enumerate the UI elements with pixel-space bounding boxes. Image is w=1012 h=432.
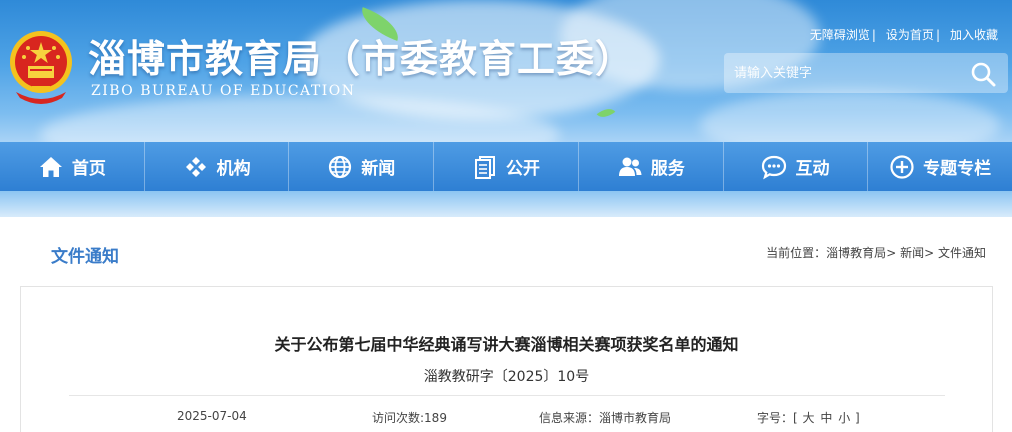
globe-icon — [329, 155, 352, 178]
nav-item-label: 互动 — [795, 159, 830, 179]
nav-item-service[interactable]: 服务 — [579, 142, 724, 191]
breadcrumb-separator: > — [886, 246, 897, 260]
info-source-label: 信息来源： — [539, 411, 600, 425]
divider — [69, 395, 945, 396]
breadcrumb: 当前位置：淄博教育局> 新闻> 文件通知 — [766, 244, 986, 261]
nav-bottom-strip — [0, 191, 1012, 217]
nav-item-organization[interactable]: 机构 — [145, 142, 290, 191]
add-circle-icon — [890, 154, 914, 179]
chat-icon — [762, 155, 787, 179]
font-size-label: 字号： — [757, 411, 794, 425]
top-links: 无障碍浏览 | 设为首页 | 加入收藏 — [810, 26, 998, 43]
document-number: 淄教教研字〔2025〕10号 — [423, 369, 590, 385]
nav-item-label: 公开 — [506, 159, 541, 179]
organization-icon — [185, 156, 206, 177]
set-homepage-link[interactable]: 设为首页 — [886, 28, 934, 42]
article-title: 关于公布第七届中华经典诵写讲大赛淄博相关赛项获奖名单的通知 — [274, 335, 739, 354]
site-subtitle: ZIBO BUREAU OF EDUCATION — [91, 83, 356, 99]
breadcrumb-separator: > — [924, 246, 935, 260]
nav-item-label: 机构 — [216, 159, 251, 179]
info-source-value: 淄博市教育局 — [599, 411, 672, 425]
info-source: 信息来源：淄博市教育局 — [539, 409, 671, 426]
national-emblem-icon — [10, 31, 72, 104]
breadcrumb-item-notices[interactable]: 文件通知 — [938, 246, 986, 260]
publish-date: 2025-07-04 — [177, 409, 247, 423]
documents-icon — [475, 155, 496, 179]
nav-item-news[interactable]: 新闻 — [289, 142, 435, 191]
search-box — [724, 53, 1008, 93]
users-icon — [618, 157, 642, 176]
breadcrumb-item-bureau[interactable]: 淄博教育局 — [826, 246, 886, 260]
section-title: 文件通知 — [51, 247, 119, 267]
breadcrumb-item-news[interactable]: 新闻 — [900, 246, 924, 260]
visit-count: 访问次数:189 — [372, 409, 447, 426]
header-banner: 淄博市教育局（市委教育工委） ZIBO BUREAU OF EDUCATION … — [0, 0, 1012, 142]
breadcrumb-prefix: 当前位置： — [766, 246, 827, 260]
nav-item-home[interactable]: 首页 — [0, 142, 145, 191]
font-size-control: 字号：[ 大 中 小 ] — [757, 411, 860, 425]
search-input[interactable] — [724, 53, 964, 93]
search-icon[interactable] — [970, 61, 996, 87]
leaf-decoration — [596, 104, 616, 122]
main-nav: 首页 机构 新闻 公开 服务 互动 专题专栏 — [0, 142, 1012, 191]
font-size-medium-button[interactable]: 中 — [820, 411, 832, 425]
nav-item-label: 专题专栏 — [923, 159, 992, 179]
visit-count-value: 189 — [424, 411, 447, 425]
site-title: 淄博市教育局（市委教育工委） — [88, 37, 635, 81]
nav-item-label: 首页 — [71, 159, 106, 179]
visit-count-label: 访问次数: — [372, 411, 425, 425]
accessibility-link[interactable]: 无障碍浏览 — [810, 28, 870, 42]
article-panel: 关于公布第七届中华经典诵写讲大赛淄博相关赛项获奖名单的通知 淄教教研字〔2025… — [20, 286, 993, 432]
nav-item-special-topics[interactable]: 专题专栏 — [868, 142, 1012, 191]
link-separator: | — [871, 28, 876, 42]
nav-item-public[interactable]: 公开 — [434, 142, 579, 191]
add-favorite-link[interactable]: 加入收藏 — [950, 28, 998, 42]
font-size-small-button[interactable]: 小 — [838, 411, 850, 425]
nav-item-label: 服务 — [650, 159, 685, 179]
nav-item-interaction[interactable]: 互动 — [724, 142, 869, 191]
cloud-decoration — [700, 90, 1000, 142]
font-size-large-button[interactable]: 大 — [803, 411, 815, 425]
home-icon — [39, 156, 62, 177]
link-separator: | — [935, 28, 940, 42]
nav-item-label: 新闻 — [361, 159, 396, 179]
